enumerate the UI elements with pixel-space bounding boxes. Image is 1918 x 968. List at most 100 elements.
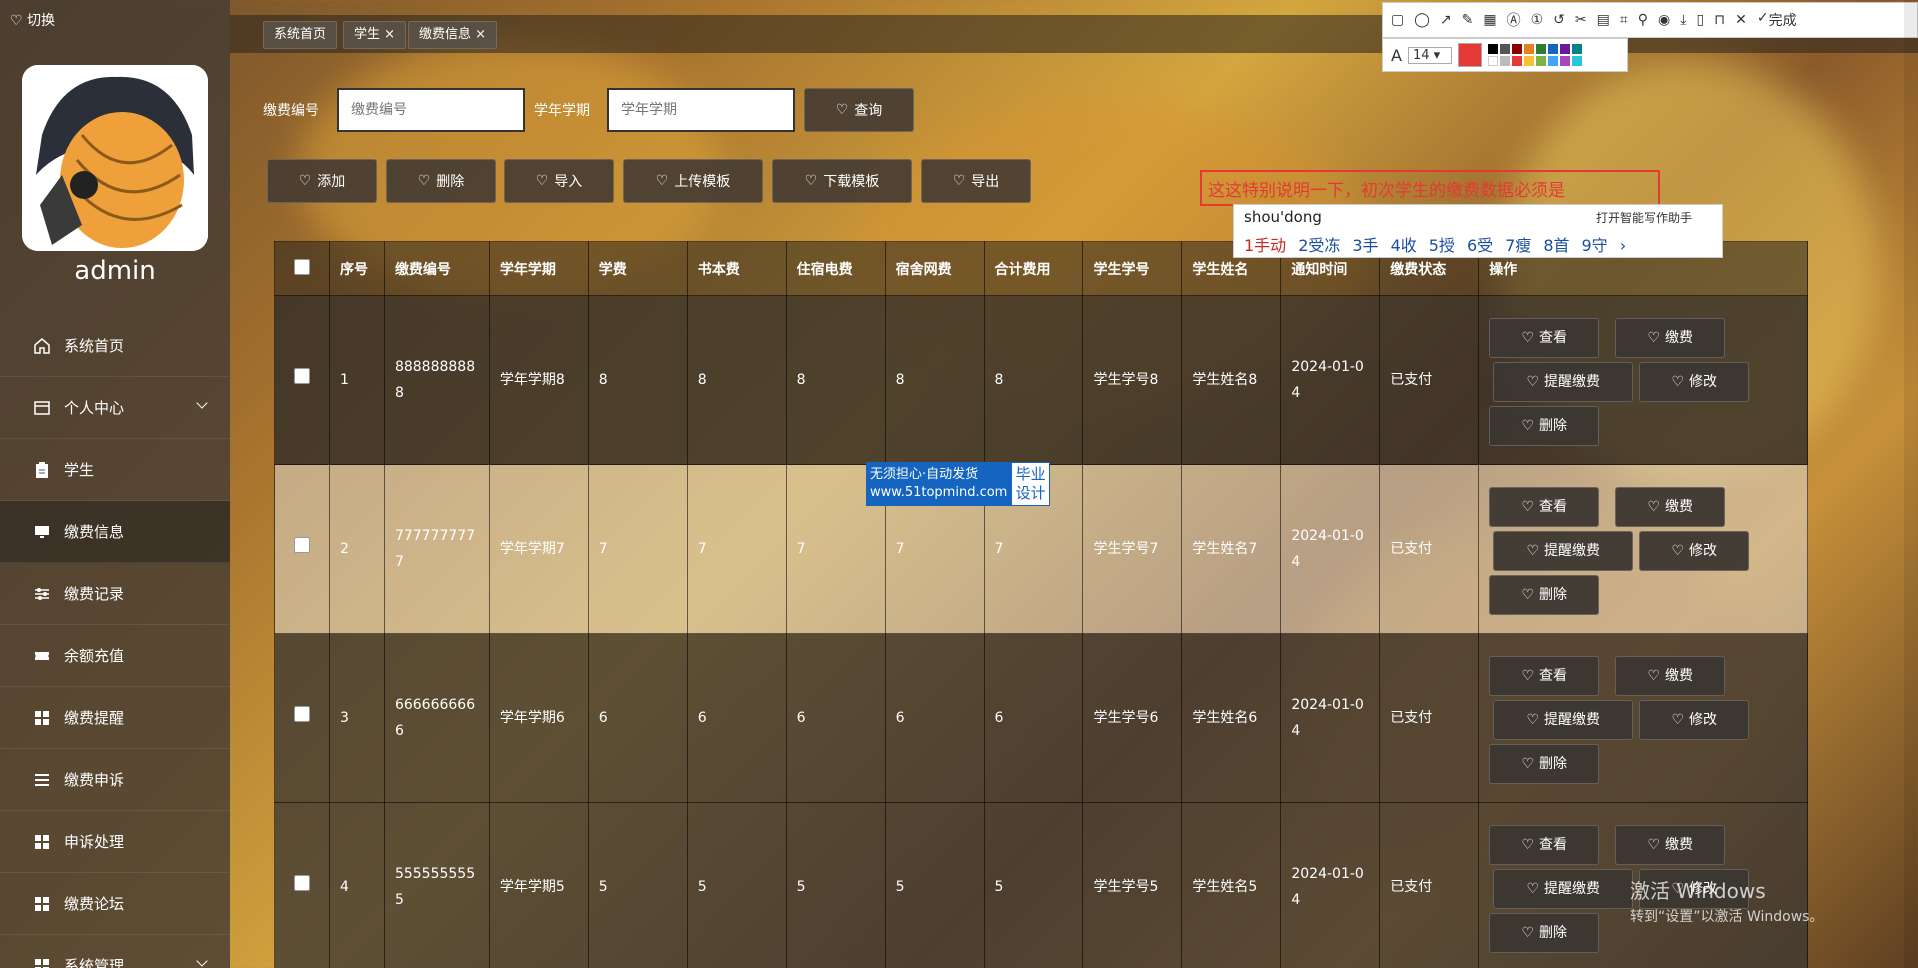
save-icon[interactable]: ▯ <box>1696 12 1704 28</box>
delete-row-button[interactable]: ♡ 删除 <box>1489 744 1600 784</box>
ime-candidate[interactable]: 1手动 <box>1244 236 1286 255</box>
current-color-swatch[interactable] <box>1457 43 1482 67</box>
sidebar-item-forum[interactable]: 缴费论坛 <box>0 873 230 935</box>
ime-candidate[interactable]: 2受冻 <box>1298 236 1340 255</box>
term-input[interactable] <box>607 88 795 132</box>
heart-icon: ♡ <box>1521 330 1535 346</box>
view-button[interactable]: ♡ 查看 <box>1489 825 1600 865</box>
code-input[interactable] <box>337 88 525 132</box>
sidebar-item-payment-info[interactable]: 缴费信息 <box>0 501 230 563</box>
query-button[interactable]: ♡ 查询 <box>804 88 914 132</box>
sliders-icon <box>32 585 52 603</box>
close-icon[interactable]: ✕ <box>1735 12 1747 28</box>
col-header: 缴费编号 <box>383 241 490 296</box>
pen-tool-icon[interactable]: ✎ <box>1462 12 1474 28</box>
undo-icon[interactable]: ↺ <box>1553 12 1565 28</box>
row-checkbox[interactable] <box>293 537 310 553</box>
rectangle-tool-icon[interactable]: ▢ <box>1391 12 1404 28</box>
switch-button[interactable]: ♡ 切换 <box>10 10 55 30</box>
ime-candidate[interactable]: 7瘦 <box>1505 236 1531 255</box>
cell-elec: 6 <box>785 633 886 803</box>
arrow-tool-icon[interactable]: ↗ <box>1440 12 1452 28</box>
ime-candidate[interactable]: 6受 <box>1467 236 1493 255</box>
pay-button[interactable]: ♡ 缴费 <box>1615 825 1726 865</box>
row-checkbox[interactable] <box>293 875 310 891</box>
row-checkbox[interactable] <box>293 706 310 722</box>
delete-row-button[interactable]: ♡ 删除 <box>1489 913 1600 953</box>
delete-button[interactable]: ♡ 删除 <box>386 159 496 203</box>
sidebar-item-appeal-handle[interactable]: 申诉处理 <box>0 811 230 873</box>
cell-sno: 学生学号8 <box>1082 295 1183 465</box>
heart-icon: ♡ <box>655 173 669 189</box>
pay-button[interactable]: ♡ 缴费 <box>1615 487 1726 527</box>
pay-label: 缴费 <box>1665 668 1694 684</box>
table-row: 3 6666666666 学年学期6 6 6 6 6 6 学生学号6 学生姓名6… <box>274 633 1808 803</box>
select-all-checkbox[interactable] <box>293 258 310 275</box>
ocr-icon[interactable]: ▤ <box>1597 12 1610 28</box>
crop-icon[interactable]: ⌗ <box>1620 12 1628 28</box>
pay-button[interactable]: ♡ 缴费 <box>1615 656 1726 696</box>
download-template-button[interactable]: ♡ 下载模板 <box>772 159 912 203</box>
ime-candidate[interactable]: 8首 <box>1543 236 1569 255</box>
color-palette[interactable] <box>1487 44 1582 66</box>
add-button[interactable]: ♡ 添加 <box>267 159 377 203</box>
mosaic-tool-icon[interactable]: ▦ <box>1483 12 1496 28</box>
sidebar-item-appeal[interactable]: 缴费申诉 <box>0 749 230 811</box>
tab-student[interactable]: 学生 × <box>343 21 407 49</box>
tab-payment-info[interactable]: 缴费信息 × <box>408 21 498 49</box>
tab-home[interactable]: 系统首页 <box>263 21 338 49</box>
remind-button[interactable]: ♡ 提醒缴费 <box>1493 531 1634 571</box>
chevron-down-icon <box>196 397 208 409</box>
edit-button[interactable]: ♡ 修改 <box>1639 700 1750 740</box>
delete-row-button[interactable]: ♡ 删除 <box>1489 575 1600 615</box>
scissors-icon[interactable]: ✂ <box>1575 12 1587 28</box>
ime-candidate[interactable]: 3手 <box>1352 236 1378 255</box>
cell-book: 8 <box>686 295 787 465</box>
ime-helper-link[interactable]: 打开智能写作助手 <box>1596 209 1692 226</box>
sidebar-item-payment-record[interactable]: 缴费记录 <box>0 563 230 625</box>
activation-title: 激活 Windows <box>1630 879 1766 903</box>
font-size-select[interactable]: 14 ▾ <box>1407 46 1452 64</box>
sidebar-item-recharge[interactable]: 余额充值 <box>0 625 230 687</box>
view-label: 查看 <box>1539 499 1568 515</box>
pin-icon[interactable]: ⚲ <box>1638 12 1648 28</box>
delete-row-button[interactable]: ♡ 删除 <box>1489 406 1600 446</box>
view-button[interactable]: ♡ 查看 <box>1489 487 1600 527</box>
pay-button[interactable]: ♡ 缴费 <box>1615 318 1726 358</box>
page-scrollbar[interactable] <box>1904 0 1918 968</box>
download-icon[interactable]: ⤓ <box>1680 12 1686 28</box>
remind-button[interactable]: ♡ 提醒缴费 <box>1493 700 1634 740</box>
number-tool-icon[interactable]: ① <box>1531 12 1544 28</box>
row-checkbox[interactable] <box>293 368 310 384</box>
done-button[interactable]: ✓ 完成 <box>1757 10 1797 30</box>
done-label: 完成 <box>1768 13 1797 29</box>
bookmark-icon[interactable]: ⊓ <box>1714 12 1725 28</box>
sidebar-item-system[interactable]: 系统管理 <box>0 935 230 968</box>
remind-button[interactable]: ♡ 提醒缴费 <box>1493 869 1634 909</box>
sidebar-item-personal[interactable]: 个人中心 <box>0 377 230 439</box>
ime-candidate[interactable]: 4收 <box>1391 236 1417 255</box>
sidebar-item-label: 学生 <box>64 461 95 479</box>
chevron-right-icon[interactable]: › <box>1620 236 1626 255</box>
sidebar-item-reminder[interactable]: 缴费提醒 <box>0 687 230 749</box>
record-icon[interactable]: ◉ <box>1658 12 1670 28</box>
import-button[interactable]: ♡ 导入 <box>504 159 614 203</box>
cell-ops: ♡ 查看 ♡ 缴费 ♡ 提醒缴费 ♡ 修改 ♡ 删除 <box>1478 633 1808 803</box>
upload-template-button[interactable]: ♡ 上传模板 <box>623 159 763 203</box>
sidebar-item-home[interactable]: 系统首页 <box>0 315 230 377</box>
sidebar-item-student[interactable]: 学生 <box>0 439 230 501</box>
ime-candidate[interactable]: 5授 <box>1429 236 1455 255</box>
edit-button[interactable]: ♡ 修改 <box>1639 531 1750 571</box>
export-button[interactable]: ♡ 导出 <box>921 159 1031 203</box>
text-tool-icon[interactable]: Ⓐ <box>1507 10 1521 30</box>
heart-icon: ♡ <box>1647 499 1661 515</box>
annotation-text-box[interactable]: 这这特别说明一下，初次学生的缴费数据必须是 <box>1200 170 1660 206</box>
row-select-cell <box>274 802 330 968</box>
ellipse-tool-icon[interactable]: ◯ <box>1414 12 1430 28</box>
view-button[interactable]: ♡ 查看 <box>1489 656 1600 696</box>
view-button[interactable]: ♡ 查看 <box>1489 318 1600 358</box>
ime-candidate[interactable]: 9守 <box>1582 236 1608 255</box>
main-content: 系统首页 学生 × 缴费信息 × 缴费编号 学年学期 ♡查询 ♡添加 ♡删除 ♡… <box>230 0 1918 968</box>
remind-button[interactable]: ♡ 提醒缴费 <box>1493 362 1634 402</box>
edit-button[interactable]: ♡ 修改 <box>1639 362 1750 402</box>
